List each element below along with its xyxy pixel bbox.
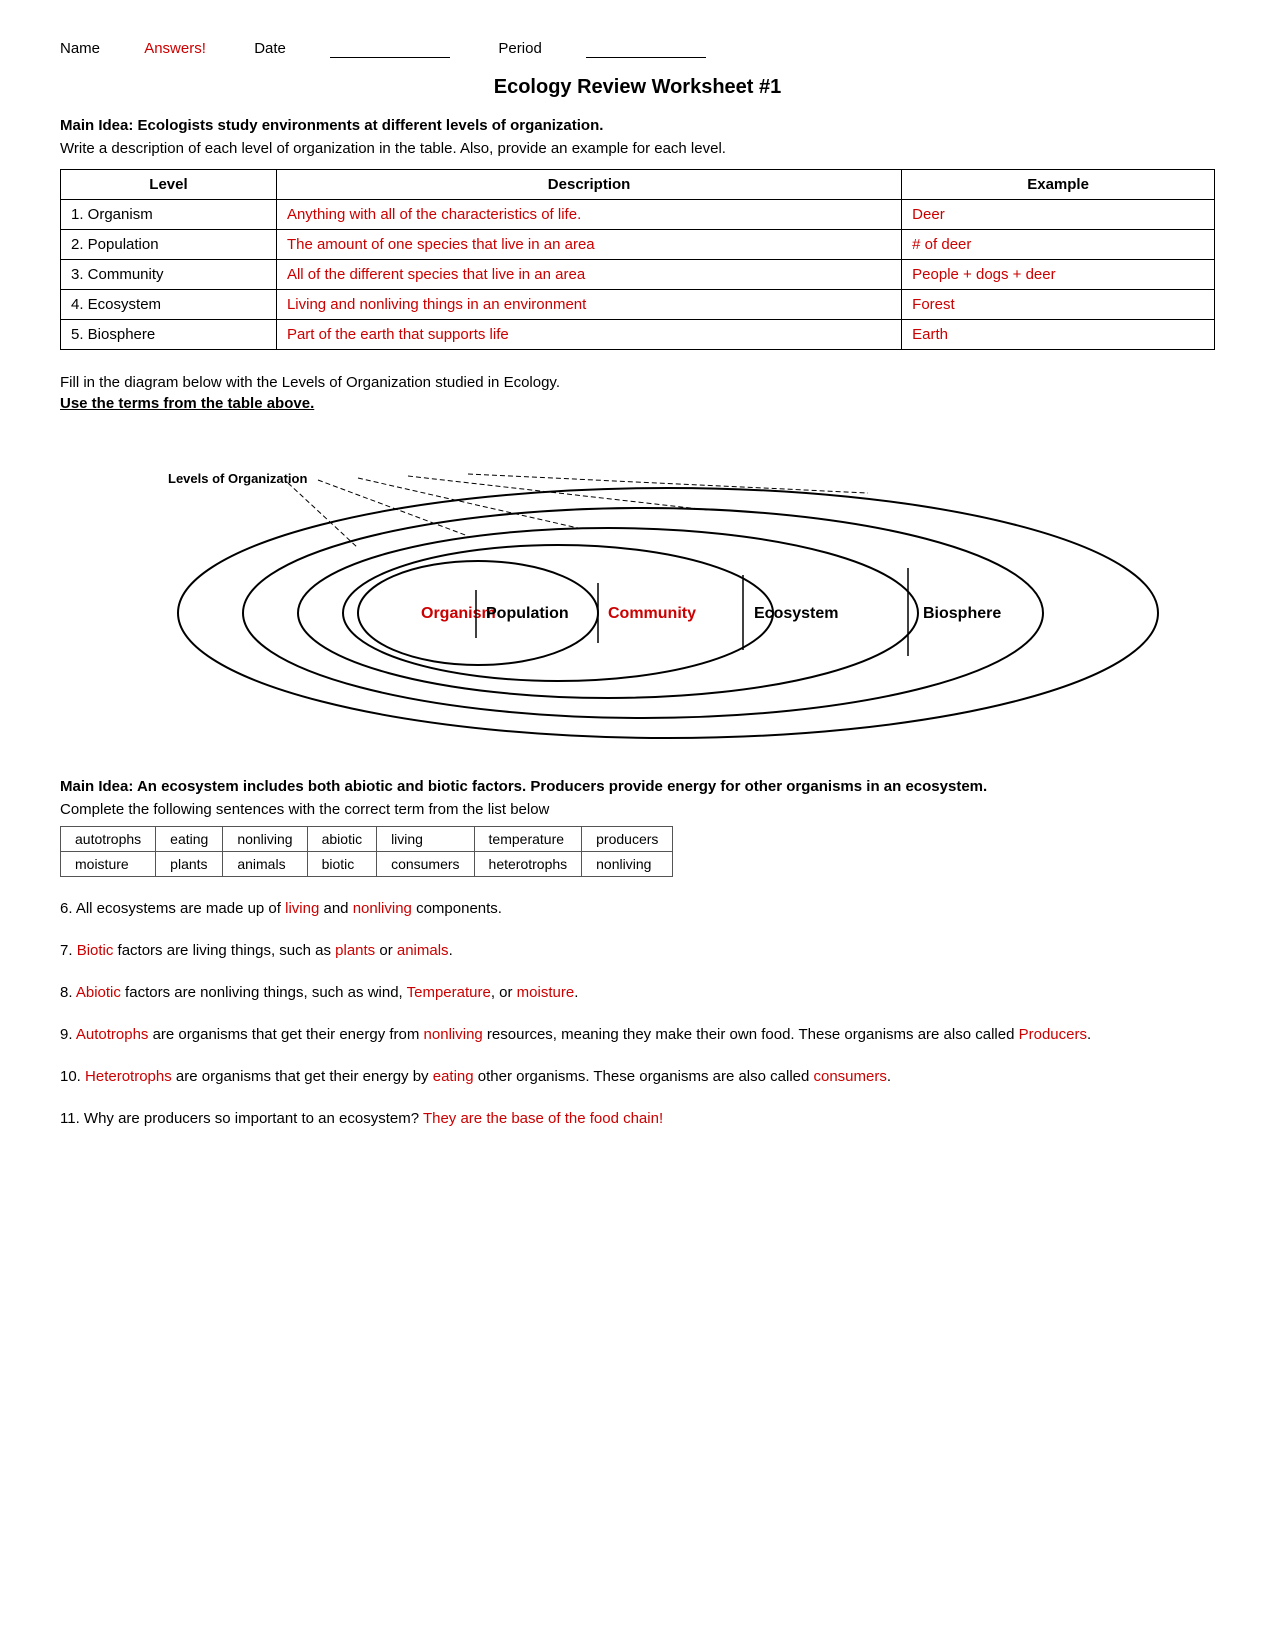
sentence-7: 7. Biotic factors are living things, suc… [60, 939, 1215, 963]
table-row: 4. Ecosystem Living and nonliving things… [61, 290, 1215, 320]
wb-producers: producers [582, 827, 673, 852]
answer-temperature: Temperature [407, 984, 491, 1001]
word-bank-row2: moisture plants animals biotic consumers… [61, 852, 673, 877]
level-organism: 1. Organism [61, 200, 277, 230]
table-row: 3. Community All of the different specie… [61, 260, 1215, 290]
svg-text:Ecosystem: Ecosystem [754, 605, 839, 622]
desc-community: All of the different species that live i… [276, 260, 901, 290]
wb-temperature: temperature [474, 827, 582, 852]
level-ecosystem: 4. Ecosystem [61, 290, 277, 320]
period-label: Period [498, 40, 541, 58]
answer-living: living [285, 900, 319, 917]
example-ecosystem: Forest [902, 290, 1215, 320]
answer-plants: plants [335, 942, 375, 959]
sentence-8: 8. Abiotic factors are nonliving things,… [60, 981, 1215, 1005]
sentence-6: 6. All ecosystems are made up of living … [60, 897, 1215, 921]
answer-consumers: consumers [814, 1068, 887, 1085]
answer-animals: animals [397, 942, 449, 959]
wb-moisture: moisture [61, 852, 156, 877]
section1: Main Idea: Ecologists study environments… [60, 117, 1215, 350]
wb-animals: animals [223, 852, 307, 877]
diagram-svg: Levels of Organization Organism Populati… [88, 428, 1188, 748]
desc-biosphere: Part of the earth that supports life [276, 320, 901, 350]
answer-abiotic: Abiotic [76, 984, 121, 1001]
col-header-example: Example [902, 170, 1215, 200]
word-bank-row1: autotrophs eating nonliving abiotic livi… [61, 827, 673, 852]
wb-nonliving: nonliving [223, 827, 307, 852]
answer-producers: Producers [1019, 1026, 1087, 1043]
wb-autotrophs: autotrophs [61, 827, 156, 852]
org-table: Level Description Example 1. Organism An… [60, 169, 1215, 350]
answer-food-chain: They are the base of the food chain! [423, 1110, 663, 1127]
table-row: 2. Population The amount of one species … [61, 230, 1215, 260]
table-row: 5. Biosphere Part of the earth that supp… [61, 320, 1215, 350]
complete-instruction: Complete the following sentences with th… [60, 801, 1215, 818]
sentence-10: 10. Heterotrophs are organisms that get … [60, 1065, 1215, 1089]
wb-plants: plants [156, 852, 223, 877]
wb-heterotrophs: heterotrophs [474, 852, 582, 877]
name-label: Name [60, 40, 100, 58]
svg-text:Levels of Organization: Levels of Organization [168, 471, 307, 486]
wb-nonliving2: nonliving [582, 852, 673, 877]
main-idea-1: Main Idea: Ecologists study environments… [60, 117, 1215, 134]
level-biosphere: 5. Biosphere [61, 320, 277, 350]
main-idea-2: Main Idea: An ecosystem includes both ab… [60, 778, 1215, 795]
wb-living: living [377, 827, 474, 852]
answer-nonliving2: nonliving [424, 1026, 483, 1043]
answer-moisture: moisture [517, 984, 575, 1001]
page-title: Ecology Review Worksheet #1 [60, 76, 1215, 99]
svg-text:Organism: Organism [421, 605, 496, 622]
col-header-level: Level [61, 170, 277, 200]
oval-container: Levels of Organization Organism Populati… [88, 428, 1188, 748]
svg-text:Community: Community [608, 605, 696, 622]
section2: Main Idea: An ecosystem includes both ab… [60, 778, 1215, 1131]
date-field[interactable] [330, 40, 450, 58]
sentence-11: 11. Why are producers so important to an… [60, 1107, 1215, 1131]
col-header-description: Description [276, 170, 901, 200]
diagram-section: Fill in the diagram below with the Level… [60, 374, 1215, 748]
answer-autotrophs: Autotrophs [76, 1026, 149, 1043]
answer-eating: eating [433, 1068, 474, 1085]
table-row: 1. Organism Anything with all of the cha… [61, 200, 1215, 230]
desc-ecosystem: Living and nonliving things in an enviro… [276, 290, 901, 320]
answer-biotic: Biotic [77, 942, 114, 959]
level-community: 3. Community [61, 260, 277, 290]
answer-nonliving: nonliving [353, 900, 412, 917]
example-organism: Deer [902, 200, 1215, 230]
period-field[interactable] [586, 40, 706, 58]
example-population: # of deer [902, 230, 1215, 260]
desc-population: The amount of one species that live in a… [276, 230, 901, 260]
wb-biotic: biotic [307, 852, 376, 877]
svg-text:Biosphere: Biosphere [923, 605, 1001, 622]
wb-consumers: consumers [377, 852, 474, 877]
wb-eating: eating [156, 827, 223, 852]
instruction-1: Write a description of each level of org… [60, 140, 1215, 157]
answer-heterotrophs: Heterotrophs [85, 1068, 172, 1085]
example-community: People + dogs + deer [902, 260, 1215, 290]
word-bank-table: autotrophs eating nonliving abiotic livi… [60, 826, 673, 877]
date-label: Date [254, 40, 286, 58]
diagram-instruction: Fill in the diagram below with the Level… [60, 374, 1215, 391]
level-population: 2. Population [61, 230, 277, 260]
name-value: Answers! [144, 40, 206, 58]
example-biosphere: Earth [902, 320, 1215, 350]
diagram-instruction2: Use the terms from the table above. [60, 395, 1215, 412]
header: Name Answers! Date Period [60, 40, 1215, 58]
desc-organism: Anything with all of the characteristics… [276, 200, 901, 230]
wb-abiotic: abiotic [307, 827, 376, 852]
svg-text:Population: Population [486, 605, 569, 622]
sentence-9: 9. Autotrophs are organisms that get the… [60, 1023, 1215, 1047]
